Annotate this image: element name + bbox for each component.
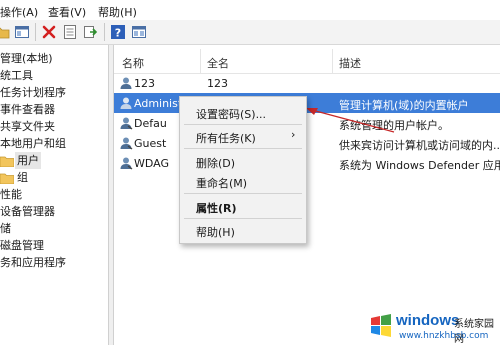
properties-icon[interactable] — [62, 24, 78, 40]
watermark-url: www.hnzkhbsb.com — [399, 331, 489, 341]
user-list: 名称 全名 描述 123 123 Administrat... 管理计算机(域)… — [114, 45, 500, 345]
watermark-brand: windows — [396, 312, 460, 329]
menu-separator — [184, 148, 302, 149]
column-divider[interactable] — [332, 49, 333, 73]
list-header: 名称 全名 描述 — [114, 49, 500, 74]
table-row[interactable]: WDAG 系统为 Windows Defender 应用... — [114, 153, 500, 173]
user-description: 供来宾访问计算机或访问域的内... — [339, 139, 500, 152]
tree-item-computer-management[interactable]: 管理(本地) — [0, 50, 53, 67]
user-icon — [120, 77, 132, 89]
user-icon — [120, 137, 133, 150]
console-tree: 管理(本地) 统工具 任务计划程序 事件查看器 共享文件夹 本地用户和组 用户 … — [0, 45, 108, 345]
help-icon[interactable]: ? — [110, 24, 126, 40]
menu-help[interactable]: 帮助(H) — [98, 4, 137, 20]
menu-separator — [184, 218, 302, 219]
user-description: 系统为 Windows Defender 应用... — [339, 159, 500, 172]
menu-bar: 操作(A) 查看(V) 帮助(H) — [0, 0, 500, 20]
tree-item-shared-folders[interactable]: 共享文件夹 — [0, 118, 55, 135]
user-name: 123 — [134, 77, 155, 90]
user-name: Defau — [134, 117, 167, 130]
user-icon — [120, 157, 133, 170]
menu-item-properties[interactable]: 属性(R) — [196, 200, 237, 216]
folder-icon[interactable] — [0, 24, 10, 40]
toolbar-separator — [104, 23, 105, 41]
svg-text:?: ? — [115, 27, 121, 40]
user-name: Guest — [134, 137, 167, 150]
console-tree-icon[interactable] — [14, 24, 30, 40]
folder-icon — [0, 173, 14, 184]
menu-view[interactable]: 查看(V) — [48, 4, 86, 20]
delete-icon[interactable] — [41, 24, 57, 40]
tree-item-users[interactable]: 用户 — [15, 152, 41, 169]
tree-item-system-tools[interactable]: 统工具 — [0, 67, 33, 84]
column-header-description[interactable]: 描述 — [339, 55, 361, 71]
user-icon — [120, 97, 132, 109]
menu-item-delete[interactable]: 删除(D) — [196, 155, 235, 171]
menu-separator — [184, 193, 302, 194]
toolbar: ? — [0, 20, 500, 45]
user-name: WDAG — [134, 157, 170, 170]
context-menu: 设置密码(S)... 所有任务(K) › 删除(D) 重命名(M) 属性(R) … — [179, 96, 307, 244]
export-icon[interactable] — [83, 24, 99, 40]
table-row[interactable]: Guest 供来宾访问计算机或访问域的内... — [114, 133, 500, 153]
tree-item-event-viewer[interactable]: 事件查看器 — [0, 101, 55, 118]
tree-item-services-apps[interactable]: 务和应用程序 — [0, 254, 66, 271]
tree-item-task-scheduler[interactable]: 任务计划程序 — [0, 84, 66, 101]
tree-item-storage[interactable]: 储 — [0, 220, 11, 237]
toolbar-separator — [35, 23, 36, 41]
menu-item-help[interactable]: 帮助(H) — [196, 224, 235, 240]
tree-item-local-users-groups[interactable]: 本地用户和组 — [0, 135, 66, 152]
user-icon — [120, 117, 133, 130]
table-row[interactable]: 123 123 — [114, 73, 500, 93]
menu-action[interactable]: 操作(A) — [0, 4, 38, 20]
tree-item-performance[interactable]: 性能 — [0, 186, 22, 203]
menu-separator — [184, 124, 302, 125]
windows-logo-icon — [371, 314, 391, 337]
menu-item-set-password[interactable]: 设置密码(S)... — [196, 106, 266, 122]
tree-item-device-manager[interactable]: 设备管理器 — [0, 203, 55, 220]
folder-icon — [0, 156, 14, 167]
column-header-name[interactable]: 名称 — [122, 55, 144, 71]
column-divider[interactable] — [200, 49, 201, 73]
view-icon[interactable] — [131, 24, 147, 40]
site-watermark: windows 系统家园网 www.hnzkhbsb.com — [366, 309, 500, 345]
tree-item-disk-management[interactable]: 磁盘管理 — [0, 237, 44, 254]
submenu-chevron-icon: › — [291, 128, 296, 141]
column-header-fullname[interactable]: 全名 — [207, 55, 229, 71]
annotation-arrow — [306, 108, 395, 133]
tree-item-groups[interactable]: 组 — [17, 169, 28, 186]
menu-item-all-tasks[interactable]: 所有任务(K) — [196, 130, 256, 146]
user-fullname: 123 — [207, 77, 228, 90]
menu-item-rename[interactable]: 重命名(M) — [196, 175, 247, 191]
